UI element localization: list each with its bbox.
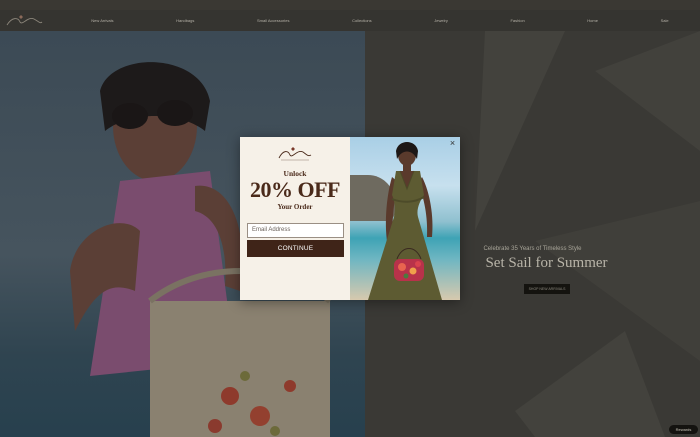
nav-item-collections[interactable]: Collections: [352, 18, 372, 23]
modal-form-panel: Unlock 20% OFF Your Order Email Address …: [240, 137, 350, 300]
shop-new-arrivals-button[interactable]: SHOP NEW ARRIVALS: [524, 284, 570, 294]
nav-item-fashion[interactable]: Fashion: [510, 18, 524, 23]
email-signup-modal: Unlock 20% OFF Your Order Email Address …: [240, 137, 460, 300]
continue-button[interactable]: CONTINUE: [247, 240, 344, 257]
nav-item-home[interactable]: Home: [587, 18, 598, 23]
nav-item-handbags[interactable]: Handbags: [176, 18, 194, 23]
brand-logo[interactable]: [4, 13, 44, 29]
brand-logo: [278, 147, 312, 161]
nav-item-new-arrivals[interactable]: New Arrivals: [91, 18, 113, 23]
modal-offer-heading: 20% OFF: [250, 177, 341, 202]
email-field[interactable]: Email Address: [247, 223, 344, 238]
announcement-bar: [0, 0, 700, 10]
rewards-button[interactable]: Rewards: [669, 425, 698, 434]
nav-item-jewelry[interactable]: Jewelry: [434, 18, 448, 23]
nav-item-small-accessories[interactable]: Small Accessories: [257, 18, 289, 23]
top-navigation: New Arrivals Handbags Small Accessories …: [0, 10, 700, 31]
modal-your-order-heading: Your Order: [277, 203, 313, 211]
modal-model-photo: [368, 142, 442, 300]
nav-item-sale[interactable]: Sale: [661, 18, 669, 23]
close-icon[interactable]: ×: [448, 139, 457, 148]
modal-photo-panel: ×: [350, 137, 460, 300]
nav-menu: New Arrivals Handbags Small Accessories …: [60, 10, 700, 31]
